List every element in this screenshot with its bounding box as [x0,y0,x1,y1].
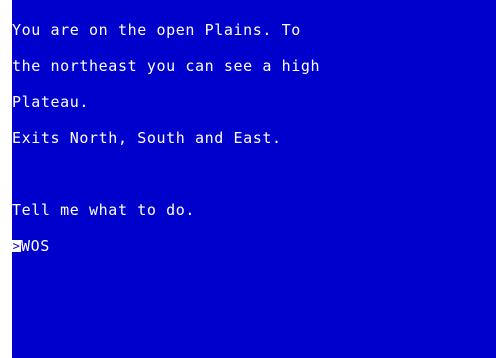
description-line-1: You are on the open Plains. To [12,21,301,39]
prompt-text: Tell me what to do. [12,201,195,219]
description-line-2: the northeast you can see a high [12,57,321,75]
description-line-3: Plateau. [12,93,90,111]
command-input-row[interactable]: >WOS [12,237,496,255]
exits-line: Exits North, South and East. [12,129,282,147]
command-input[interactable]: WOS [21,237,50,255]
game-screen: You are on the open Plains. To the north… [12,0,496,358]
text-output: You are on the open Plains. To the north… [12,0,496,276]
cursor-icon: > [12,239,21,253]
